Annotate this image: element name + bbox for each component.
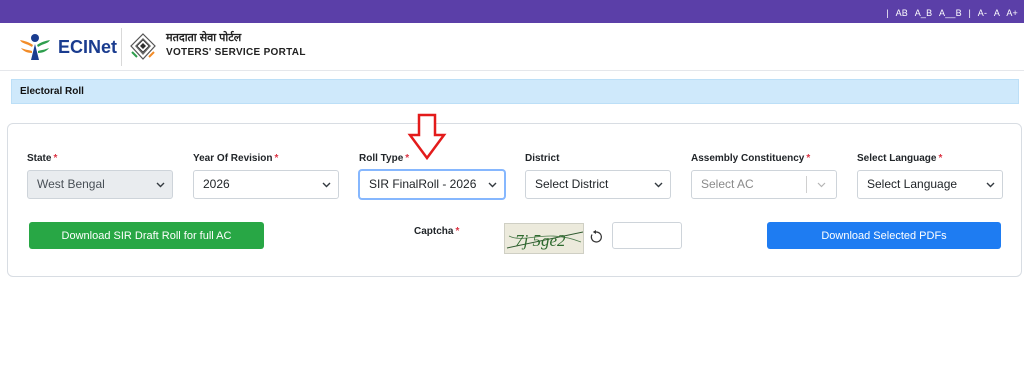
state-select[interactable]: West Bengal: [27, 170, 173, 199]
download-selected-pdfs-button[interactable]: Download Selected PDFs: [767, 222, 1001, 249]
district-select[interactable]: Select District: [525, 170, 671, 199]
required-marker: *: [53, 153, 58, 164]
district-label: District: [525, 153, 560, 164]
district-select-value: Select District: [535, 177, 609, 191]
captcha-image: 7j 5ge2: [504, 223, 584, 254]
required-marker: *: [806, 153, 811, 164]
chevron-down-icon: [817, 182, 826, 188]
language-select-value: Select Language: [867, 177, 958, 191]
top-utility-bar: | AB A_B A__B | A- A A+: [0, 0, 1024, 23]
year-label: Year Of Revision *: [193, 153, 278, 164]
language-label-text: Select Language: [857, 153, 937, 164]
year-select[interactable]: 2026: [193, 170, 339, 199]
language-label: Select Language *: [857, 153, 942, 164]
font-spacing-medium-link[interactable]: A_B: [915, 8, 933, 18]
roll-type-select[interactable]: SIR FinalRoll - 2026: [359, 170, 505, 199]
captcha-text: 7j 5ge2: [515, 231, 566, 250]
roll-type-label: Roll Type *: [359, 153, 409, 164]
font-decrease-link[interactable]: A-: [978, 8, 987, 18]
ac-select-placeholder: Select AC: [701, 177, 754, 191]
refresh-captcha-icon[interactable]: [589, 230, 603, 244]
portal-title-hindi: मतदाता सेवा पोर्टल: [166, 32, 242, 44]
chevron-down-icon: [654, 182, 663, 188]
site-header: ECINet मतदाता सेवा पोर्टल VOTERS' SERVIC…: [0, 23, 1024, 71]
captcha-label: Captcha *: [414, 226, 459, 237]
header-divider: [121, 28, 122, 66]
captcha-noise-graphic: 7j 5ge2: [506, 231, 583, 250]
chevron-down-icon: [322, 182, 331, 188]
voters-portal-emblem-icon: [130, 33, 156, 60]
ac-select-separator: [806, 176, 807, 193]
chevron-down-icon: [156, 182, 165, 188]
portal-title: मतदाता सेवा पोर्टल VOTERS' SERVICE PORTA…: [166, 32, 306, 60]
required-marker: *: [938, 153, 943, 164]
state-label: State *: [27, 153, 57, 164]
ecinet-brand[interactable]: ECINet: [18, 31, 117, 63]
ac-label: Assembly Constituency *: [691, 153, 810, 164]
font-normal-link[interactable]: A: [994, 8, 1000, 18]
font-increase-link[interactable]: A+: [1006, 8, 1018, 18]
chevron-down-icon: [488, 182, 497, 188]
ecinet-logo-text: ECINet: [58, 36, 118, 57]
section-title: Electoral Roll: [20, 86, 84, 97]
year-label-text: Year Of Revision: [193, 153, 273, 164]
section-header-bar: Electoral Roll: [11, 79, 1019, 104]
annotation-arrow-down-icon: [407, 113, 447, 161]
font-spacing-normal-link[interactable]: AB: [896, 8, 908, 18]
language-select[interactable]: Select Language: [857, 170, 1003, 199]
acc-separator: |: [968, 8, 972, 18]
captcha-label-text: Captcha: [414, 226, 454, 237]
ecinet-logo-icon: [20, 34, 50, 60]
roll-type-select-value: SIR FinalRoll - 2026: [369, 177, 477, 191]
portal-title-english: VOTERS' SERVICE PORTAL: [166, 47, 306, 58]
captcha-input[interactable]: [612, 222, 682, 249]
download-draft-roll-button[interactable]: Download SIR Draft Roll for full AC: [29, 222, 264, 249]
acc-separator: |: [886, 8, 889, 18]
font-spacing-wide-link[interactable]: A__B: [939, 8, 962, 18]
state-label-text: State: [27, 153, 52, 164]
required-marker: *: [455, 226, 460, 237]
ac-label-text: Assembly Constituency: [691, 153, 805, 164]
accessibility-controls: | AB A_B A__B | A- A A+: [882, 8, 1018, 18]
roll-type-label-text: Roll Type: [359, 153, 404, 164]
chevron-down-icon: [986, 182, 995, 188]
year-select-value: 2026: [203, 177, 230, 191]
ac-select[interactable]: Select AC: [691, 170, 837, 199]
required-marker: *: [274, 153, 279, 164]
state-select-value: West Bengal: [37, 177, 105, 191]
